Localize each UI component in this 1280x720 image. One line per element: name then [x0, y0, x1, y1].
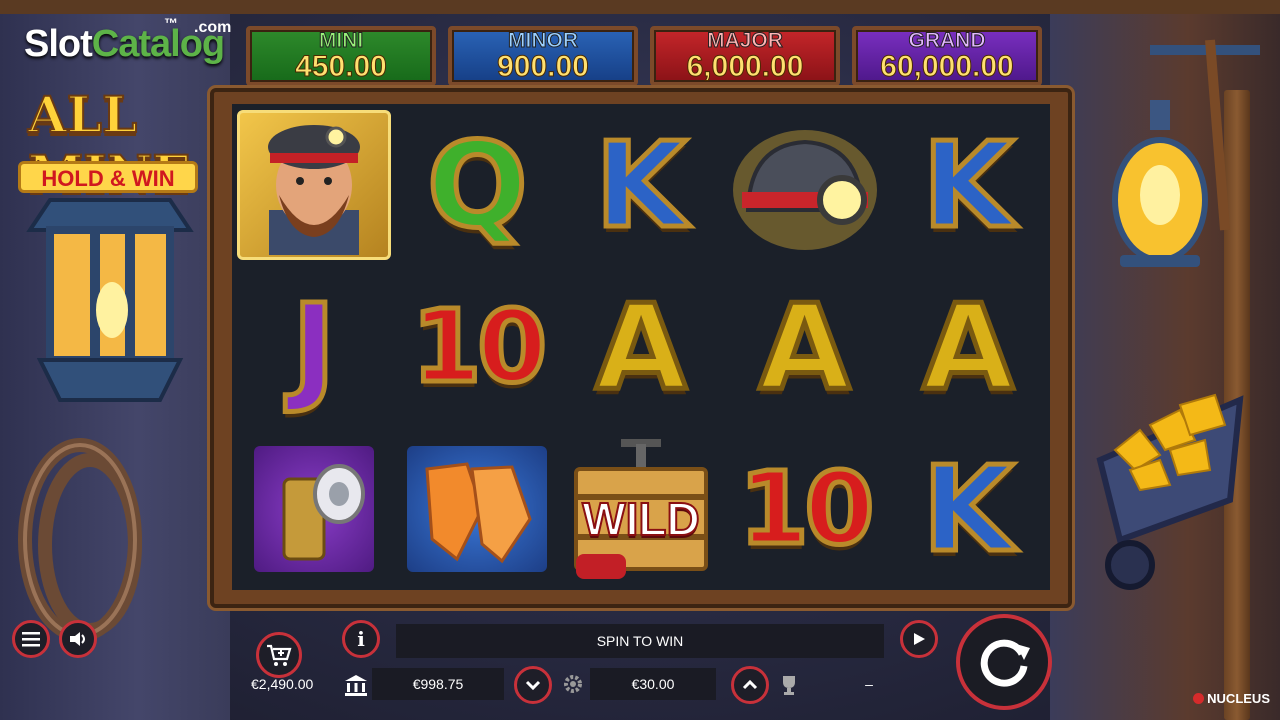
jackpot-bar: MINI 450.00 MINOR 900.00 MAJOR 6,000.00 … — [246, 26, 1042, 86]
play-icon — [914, 633, 925, 645]
spin-arrows-icon — [980, 639, 1030, 687]
reel-cell: A — [886, 266, 1050, 428]
symbol-letter: K — [920, 116, 1016, 254]
reel-cell: K — [886, 428, 1050, 590]
jackpot-mini: MINI 450.00 — [246, 26, 436, 86]
reel-cell: K — [886, 104, 1050, 266]
watermark-suffix: .com — [194, 19, 232, 36]
info-icon: i — [357, 627, 365, 651]
balance-display: €998.75 — [372, 668, 504, 700]
provider-dot-icon — [1193, 693, 1205, 704]
trophy-icon — [783, 676, 795, 695]
game-logo: SlotCatalog ™ .com ALL MINE HOLD & WIN — [18, 15, 231, 204]
reel-cell: 10 — [723, 428, 887, 590]
bet-decrease-button[interactable] — [514, 666, 552, 704]
reel-cell: J — [232, 266, 396, 428]
symbol-letter: A — [593, 278, 689, 416]
jackpot-name: GRAND — [908, 29, 986, 52]
lantern-left-icon — [26, 198, 194, 402]
jackpot-value: 900.00 — [497, 50, 590, 83]
info-button[interactable]: i — [342, 620, 380, 658]
symbol-letter: K — [593, 116, 689, 254]
gloves-icon — [407, 446, 548, 572]
autoplay-button[interactable] — [900, 620, 938, 658]
reel-cell: A — [723, 266, 887, 428]
jackpot-name: MINI — [318, 29, 364, 52]
provider-name: NUCLEUS — [1207, 691, 1270, 706]
miner-portrait-icon — [236, 110, 391, 260]
jackpot-minor: MINOR 900.00 — [448, 26, 638, 86]
lantern-right-icon — [1112, 39, 1260, 267]
watermark-tm: ™ — [164, 15, 178, 31]
watermark-part1: Slot — [24, 23, 93, 65]
control-bar: €2,490.00 i SPIN TO WIN €998.75 €30.00 –… — [0, 610, 1280, 720]
carbide-lamp-icon — [253, 446, 374, 572]
symbol-letter: A — [920, 278, 1016, 416]
bank-icon — [345, 675, 367, 696]
reel-grid: Q K K J 10 A A A WILD 10 K — [232, 104, 1050, 590]
symbol-letter: 10 — [409, 288, 549, 405]
jackpot-grand: GRAND 60,000.00 — [852, 26, 1042, 86]
wild-label: WILD — [581, 492, 701, 546]
spin-button[interactable] — [956, 614, 1052, 710]
symbol-letter: J — [289, 278, 338, 416]
chevron-down-icon — [525, 680, 541, 690]
jackpot-value: 60,000.00 — [880, 50, 1014, 83]
wild-symbol: WILD — [559, 428, 723, 590]
mine-beam-top — [0, 0, 1280, 14]
reel-cell: Q — [396, 104, 560, 266]
win-display: – — [865, 676, 873, 692]
hamburger-icon — [22, 632, 40, 647]
reel-cell — [232, 104, 396, 266]
cart-icon — [267, 644, 292, 666]
message-bar: SPIN TO WIN — [396, 624, 884, 658]
bet-increase-button[interactable] — [731, 666, 769, 704]
sound-button[interactable] — [59, 620, 97, 658]
miner-helmet-icon — [732, 130, 877, 250]
provider-logo: NUCLEUS — [1193, 691, 1270, 706]
symbol-letter: K — [920, 440, 1016, 578]
jackpot-value: 6,000.00 — [686, 50, 804, 83]
jackpot-name: MINOR — [508, 29, 579, 52]
reel-cell: K — [559, 104, 723, 266]
buy-feature-amount: €2,490.00 — [251, 676, 314, 692]
reel-cell: 10 — [396, 266, 560, 428]
buy-feature-button[interactable] — [256, 632, 302, 678]
chevron-up-icon — [742, 680, 758, 690]
menu-button[interactable] — [12, 620, 50, 658]
symbol-letter: 10 — [736, 450, 876, 567]
reel-frame: Q K K J 10 A A A WILD 10 K — [210, 88, 1072, 608]
reel-cell: A — [559, 266, 723, 428]
reel-cell — [396, 428, 560, 590]
jackpot-major: MAJOR 6,000.00 — [650, 26, 840, 86]
symbol-letter: A — [756, 278, 852, 416]
jackpot-name: MAJOR — [707, 29, 784, 52]
reel-cell — [723, 104, 887, 266]
gear-icon[interactable] — [562, 673, 584, 695]
speaker-icon — [70, 632, 85, 646]
jackpot-value: 450.00 — [295, 50, 388, 83]
gold-cart-icon — [1096, 393, 1244, 590]
symbol-letter: Q — [425, 116, 530, 254]
bet-display: €30.00 — [590, 668, 716, 700]
reel-cell — [232, 428, 396, 590]
hold-and-win-badge: HOLD & WIN — [18, 161, 198, 193]
